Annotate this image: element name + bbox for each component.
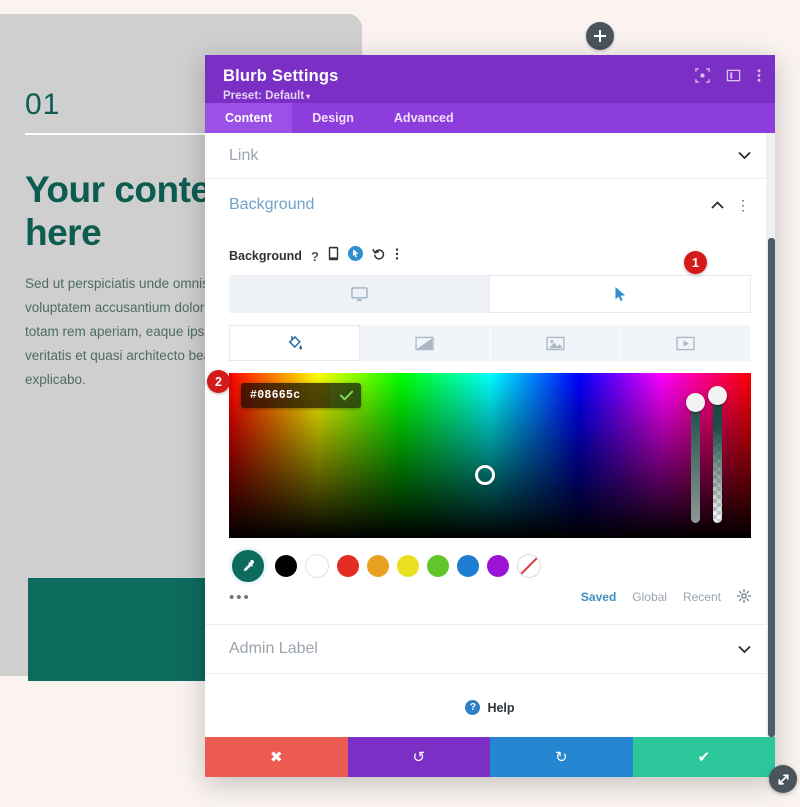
modal-title: Blurb Settings xyxy=(223,67,339,85)
callout-badge-1: 1 xyxy=(684,251,707,274)
background-field-label: Background xyxy=(229,249,302,263)
saturation-slider-knob[interactable] xyxy=(686,393,705,412)
modal-footer: ✖ ↺ ↻ ✔ xyxy=(205,737,775,777)
chevron-down-icon xyxy=(738,151,751,160)
palette-tab-global[interactable]: Global xyxy=(632,590,667,604)
type-tab-gradient[interactable] xyxy=(360,325,491,361)
callout-badge-2: 2 xyxy=(207,370,230,393)
swatch-red[interactable] xyxy=(337,555,359,577)
section-background-kebab-icon[interactable]: ⋮ xyxy=(736,198,751,212)
save-button[interactable]: ✔ xyxy=(632,737,775,777)
swatch-purple[interactable] xyxy=(487,555,509,577)
palette-footer: ••• Saved Global Recent xyxy=(229,584,751,610)
modal-header: Blurb Settings Preset: Default ▾ xyxy=(205,55,775,103)
hover-pointer-icon[interactable] xyxy=(347,246,363,266)
palette-tab-saved[interactable]: Saved xyxy=(581,590,616,604)
color-swatch-row xyxy=(229,547,751,585)
swatch-green[interactable] xyxy=(427,555,449,577)
fullscreen-icon[interactable] xyxy=(695,68,710,83)
more-vertical-icon[interactable] xyxy=(395,247,399,266)
palette-tab-recent[interactable]: Recent xyxy=(683,590,721,604)
help-link[interactable]: ? Help xyxy=(205,674,775,725)
opacity-slider[interactable] xyxy=(713,399,722,523)
mobile-device-icon[interactable] xyxy=(328,246,339,266)
page-number: 01 xyxy=(25,88,61,121)
type-tab-color[interactable] xyxy=(229,325,361,361)
hex-input-group xyxy=(241,383,361,408)
question-mark-icon[interactable]: ? xyxy=(311,249,319,264)
video-icon xyxy=(676,336,695,350)
state-tab-hover[interactable] xyxy=(489,275,751,313)
reset-undo-icon[interactable] xyxy=(372,247,386,266)
swatch-black[interactable] xyxy=(275,555,297,577)
type-tab-video[interactable] xyxy=(620,325,751,361)
section-admin-label-title: Admin Label xyxy=(229,640,318,657)
modal-tabs: Content Design Advanced xyxy=(205,103,775,133)
more-vertical-icon[interactable] xyxy=(757,68,761,83)
section-link-title: Link xyxy=(229,146,259,164)
blurb-settings-modal: Blurb Settings Preset: Default ▾ Content … xyxy=(205,55,775,777)
help-label: Help xyxy=(487,700,515,715)
tab-content[interactable]: Content xyxy=(205,103,293,133)
palette-tabs: Saved Global Recent xyxy=(581,588,751,606)
hover-cursor-icon xyxy=(615,287,625,301)
gradient-icon xyxy=(415,336,434,350)
saturation-slider[interactable] xyxy=(691,399,700,523)
background-type-tabs xyxy=(229,325,751,361)
section-background-title: Background xyxy=(229,196,315,213)
eyedropper-swatch-button[interactable] xyxy=(229,547,267,585)
swatch-orange[interactable] xyxy=(367,555,389,577)
background-state-tabs xyxy=(229,275,751,313)
paint-bucket-icon xyxy=(288,335,303,349)
question-circle-icon: ? xyxy=(465,700,481,715)
add-module-button[interactable] xyxy=(586,22,614,50)
opacity-slider-knob[interactable] xyxy=(708,386,727,405)
desktop-monitor-icon xyxy=(350,286,368,301)
eyedropper-icon xyxy=(243,559,254,571)
tab-advanced[interactable]: Advanced xyxy=(374,103,474,133)
chevron-down-icon xyxy=(738,645,751,653)
image-icon xyxy=(546,336,565,350)
hex-color-input[interactable] xyxy=(241,383,331,408)
modal-body: Link Background ⋮ Background ? #08665c •… xyxy=(205,133,775,737)
checkmark-icon[interactable] xyxy=(331,383,361,408)
undo-button[interactable]: ↺ xyxy=(347,737,490,777)
type-tab-image[interactable] xyxy=(490,325,621,361)
section-background[interactable]: Background ⋮ xyxy=(205,179,775,231)
swatch-blue[interactable] xyxy=(457,555,479,577)
split-view-icon[interactable] xyxy=(726,68,741,83)
preset-label: Preset: Default xyxy=(223,90,305,102)
gear-icon[interactable] xyxy=(737,588,751,606)
preset-selector[interactable]: Preset: Default ▾ xyxy=(223,90,757,102)
vertical-scrollbar[interactable] xyxy=(768,238,775,737)
state-tab-desktop[interactable] xyxy=(229,275,489,313)
background-panel: Background ? #08665c ••• Saved Global Re… xyxy=(205,246,775,616)
more-swatches-icon[interactable]: ••• xyxy=(229,590,251,605)
swatch-yellow[interactable] xyxy=(397,555,419,577)
chevron-up-icon[interactable] xyxy=(711,200,724,210)
section-admin-label[interactable]: Admin Label xyxy=(205,624,775,674)
picker-sliders xyxy=(685,385,737,525)
redo-button[interactable]: ↻ xyxy=(490,737,633,777)
color-picker-cursor[interactable] xyxy=(474,465,495,486)
resize-diagonal-icon[interactable] xyxy=(769,765,797,793)
section-link[interactable]: Link xyxy=(205,133,775,179)
discard-button[interactable]: ✖ xyxy=(205,737,348,777)
modal-header-actions xyxy=(695,68,761,83)
background-field-header: Background ? xyxy=(229,246,751,266)
swatch-white[interactable] xyxy=(305,554,329,578)
chevron-down-icon: ▾ xyxy=(306,92,311,101)
tab-design[interactable]: Design xyxy=(292,103,374,133)
swatch-transparent[interactable] xyxy=(517,554,541,578)
color-picker[interactable] xyxy=(229,373,751,538)
